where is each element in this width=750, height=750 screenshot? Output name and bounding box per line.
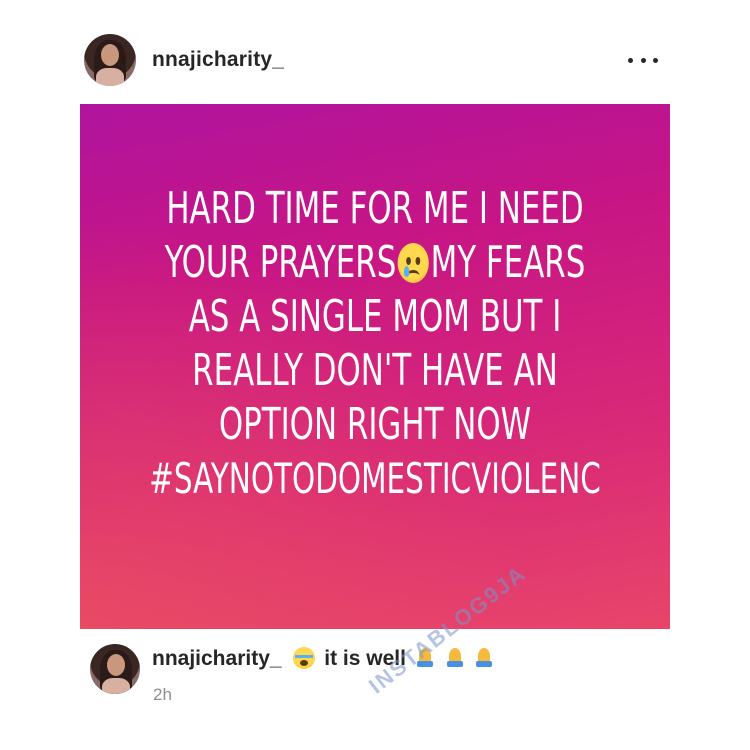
crying-face-icon — [293, 647, 316, 669]
avatar-body — [96, 68, 124, 86]
avatar-body — [102, 678, 130, 694]
avatar-face — [101, 44, 119, 66]
post-image[interactable]: HARD TIME FOR ME I NEED YOUR PRAYERS MY F… — [80, 104, 670, 629]
post-text-line-3: AS A SINGLE MOM BUT I — [188, 291, 562, 342]
post-text-line-2: YOUR PRAYERS MY FEARS — [145, 236, 605, 290]
avatar-face — [107, 654, 125, 676]
folded-hands-icon — [473, 647, 495, 669]
caption-avatar[interactable] — [90, 644, 140, 694]
post-timestamp[interactable]: 2h — [153, 685, 172, 705]
sad-tear-face-icon — [397, 243, 430, 283]
dot — [653, 57, 658, 63]
more-options-icon[interactable] — [628, 50, 658, 70]
dot — [640, 57, 646, 63]
dot — [628, 57, 633, 63]
post-text-line-2a: YOUR PRAYERS — [164, 237, 397, 288]
folded-hands-icon — [444, 647, 466, 669]
post-text-line-5: OPTION RIGHT NOW — [218, 399, 532, 450]
post-text-line-1: HARD TIME FOR ME I NEED — [166, 183, 584, 234]
post-text-line-2b: MY FEARS — [430, 237, 586, 288]
post-header: nnajicharity_ — [0, 0, 750, 110]
post-text-line-4: REALLY DON'T HAVE AN — [192, 345, 558, 396]
post-username[interactable]: nnajicharity_ — [152, 48, 284, 72]
caption-username[interactable]: nnajicharity_ — [152, 647, 282, 670]
post-hashtag: #SAYNOTODOMESTICVIOLENC — [149, 454, 601, 503]
caption: nnajicharity_ it is well — [152, 647, 495, 671]
post-image-text: HARD TIME FOR ME I NEED YOUR PRAYERS MY F… — [80, 182, 670, 506]
avatar[interactable] — [84, 34, 136, 86]
